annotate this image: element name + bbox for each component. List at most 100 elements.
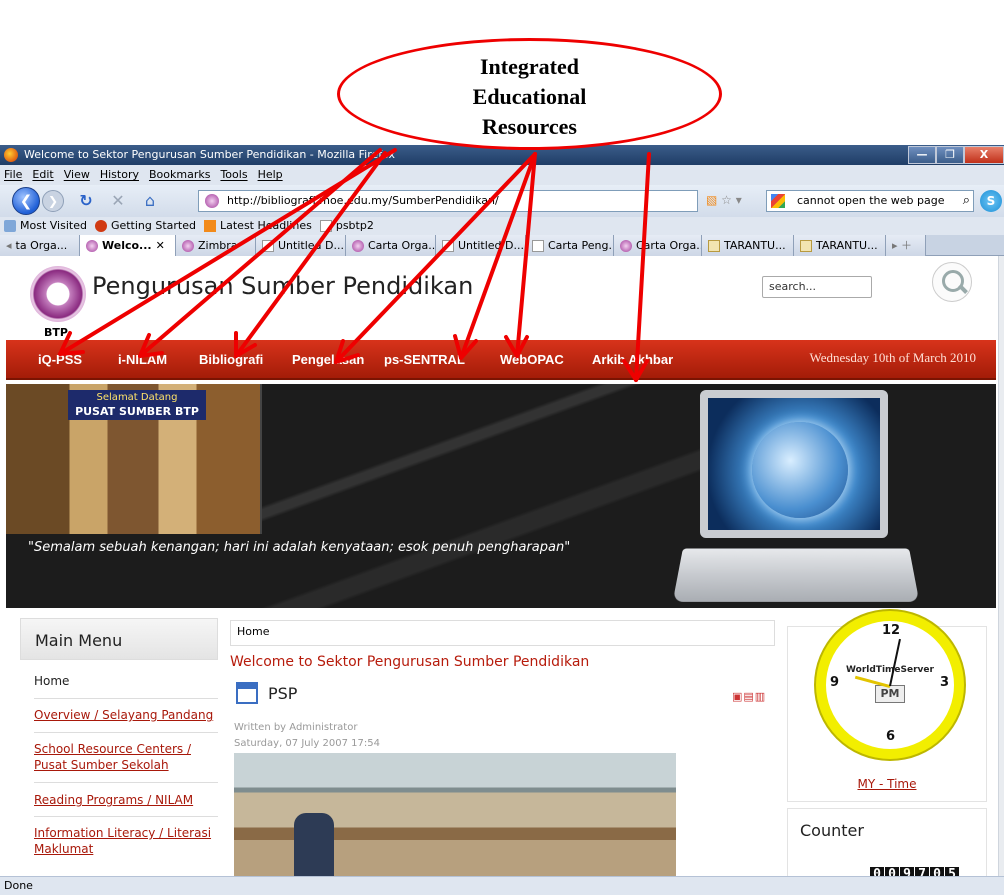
bookmark-label: Most Visited (20, 219, 87, 232)
bookmark-latest-headlines[interactable]: Latest Headlines (204, 217, 312, 235)
btp-logo-icon[interactable] (30, 266, 86, 322)
bookmark-label: Latest Headlines (220, 219, 312, 232)
bookmark-label: psbtp2 (335, 219, 374, 232)
tab-3[interactable]: Zimbra (176, 235, 256, 256)
globe-icon (752, 422, 848, 518)
tab-9[interactable]: TARANTU... (702, 235, 794, 256)
nav-pengelasan[interactable]: Pengelasan (292, 340, 364, 380)
menu-link-overview[interactable]: Overview / Selayang Pandang (34, 707, 218, 723)
article-heading: PSP (268, 684, 298, 703)
article-title: Welcome to Sektor Pengurusan Sumber Pend… (230, 654, 590, 670)
tab-6[interactable]: Untitled D... (436, 235, 526, 256)
search-icon[interactable]: ⌕ (963, 191, 970, 211)
site-icon (620, 239, 632, 252)
nav-webopac[interactable]: WebOPAC (500, 340, 564, 380)
menu-link-school-resource-centers[interactable]: School Resource Centers / Pusat Sumber S… (34, 741, 218, 773)
counter-digit: 0 (885, 867, 899, 876)
menu-view[interactable]: View (64, 165, 90, 185)
minimize-button[interactable]: — (908, 146, 936, 164)
counter-digit: 9 (900, 867, 914, 876)
skype-icon[interactable]: S (980, 190, 1002, 212)
close-button[interactable]: X (964, 146, 1004, 164)
nav-ps-sentral[interactable]: ps-SENTRAL (384, 340, 465, 380)
reload-icon[interactable]: ↻ (76, 191, 96, 211)
tab-scroll-left-icon[interactable]: ◂ (6, 236, 12, 256)
menu-bookmarks[interactable]: Bookmarks (149, 165, 210, 185)
annotation-line-2: Educational (472, 84, 587, 109)
tab-4[interactable]: Untitled D... (256, 235, 346, 256)
bookmark-label: Getting Started (110, 219, 196, 232)
home-icon[interactable]: ⌂ (140, 191, 160, 211)
sign-line-1: Selamat Datang (96, 392, 178, 403)
menu-link-reading-programs[interactable]: Reading Programs / NILAM (34, 792, 218, 808)
site-search-input[interactable]: search... (762, 276, 872, 298)
clock-icon: 12 3 6 9 WorldTimeServer PM (816, 611, 964, 759)
menu-edit[interactable]: Edit (32, 165, 53, 185)
web-page: BTP Pengurusan Sumber Pendidikan search.… (0, 256, 1004, 876)
nav-bibliografi[interactable]: Bibliografi (199, 340, 263, 380)
url-bar[interactable]: http://bibliografi.moe.edu.my/SumberPend… (198, 190, 698, 212)
back-icon[interactable]: ❮ (12, 187, 40, 215)
doc-icon (532, 239, 544, 252)
menu-link-information-literacy[interactable]: Information Literacy / Literasi Maklumat (34, 825, 218, 857)
menu-divider (34, 816, 218, 817)
menu-divider (34, 732, 218, 733)
rss-feed-icon (204, 220, 216, 232)
counter-digit: 5 (945, 867, 959, 876)
google-icon (771, 194, 785, 208)
clock-module: 12 3 6 9 WorldTimeServer PM MY - Time (787, 611, 987, 802)
navigation-toolbar: ❮ ❯ ↻ ✕ ⌂ http://bibliografi.moe.edu.my/… (0, 185, 1004, 217)
search-input[interactable]: cannot open the web page ⌕ (766, 190, 974, 212)
doc-icon (442, 239, 454, 252)
tab-scroll-right-icon[interactable]: ▸ ＋ (886, 235, 926, 256)
menu-history[interactable]: History (100, 165, 139, 185)
bookmark-getting-started[interactable]: Getting Started (94, 217, 196, 235)
tarantula-icon (708, 239, 720, 252)
menu-link-home[interactable]: Home (34, 673, 218, 689)
tab-1[interactable]: ◂ ta Orga... (0, 235, 80, 256)
tab-label: Untitled D... (458, 238, 524, 252)
tab-label: Carta Orga... (368, 238, 436, 252)
library-sign: Selamat Datang PUSAT SUMBER BTP (68, 390, 206, 420)
search-icon[interactable] (932, 262, 972, 302)
library-interior-photo (234, 753, 676, 876)
stop-icon[interactable]: ✕ (108, 191, 128, 211)
tab-label: TARANTU... (724, 238, 786, 252)
bookmark-most-visited[interactable]: Most Visited (4, 217, 87, 235)
nav-i-nilam[interactable]: i-NILAM (118, 340, 167, 380)
bookmark-psbtp2[interactable]: psbtp2 (319, 217, 374, 235)
article-date: Saturday, 07 July 2007 17:54 (234, 738, 380, 749)
bookmarks-toolbar: Most Visited Getting Started Latest Head… (0, 217, 1004, 235)
nav-iq-pss[interactable]: iQ-PSS (38, 340, 82, 380)
pdf-print-email-icon[interactable]: ▣▤▥ (732, 690, 766, 703)
counter-module: Counter 0 0 9 7 0 5 (787, 808, 987, 876)
url-text: http://bibliografi.moe.edu.my/SumberPend… (227, 194, 499, 207)
counter-digits: 0 0 9 7 0 5 (870, 867, 959, 876)
main-menu-title: Main Menu (20, 618, 218, 660)
vertical-scrollbar[interactable] (998, 256, 1004, 876)
tab-close-icon[interactable]: ✕ (156, 236, 165, 256)
tab-5[interactable]: Carta Orga... (346, 235, 436, 256)
maximize-button[interactable]: ❐ (936, 146, 964, 164)
breadcrumb[interactable]: Home (230, 620, 775, 646)
menu-help[interactable]: Help (258, 165, 283, 185)
tab-10[interactable]: TARANTU... (794, 235, 886, 256)
tab-label: Welco... (102, 238, 152, 252)
rss-icon[interactable]: ▧ ☆ ▾ (706, 193, 742, 207)
tab-2-active[interactable]: Welco... ✕ (80, 235, 176, 256)
my-time-link[interactable]: MY - Time (788, 777, 986, 791)
nav-arkib-akhbar[interactable]: Arkib Akhbar (592, 340, 673, 380)
article-author: Written by Administrator (234, 722, 358, 733)
menubar: File Edit View History Bookmarks Tools H… (0, 165, 1004, 185)
doc-icon (262, 239, 274, 252)
site-icon (352, 239, 364, 252)
tab-8[interactable]: Carta Orga... (614, 235, 702, 256)
tab-7[interactable]: Carta Peng... (526, 235, 614, 256)
forward-icon[interactable]: ❯ (42, 190, 64, 212)
status-text: Done (4, 879, 33, 892)
logo-text: BTP (44, 326, 68, 339)
laptop-image (700, 390, 888, 538)
menu-tools[interactable]: Tools (220, 165, 247, 185)
annotation-text: Integrated Educational Resources (435, 52, 625, 142)
menu-file[interactable]: File (4, 165, 22, 185)
